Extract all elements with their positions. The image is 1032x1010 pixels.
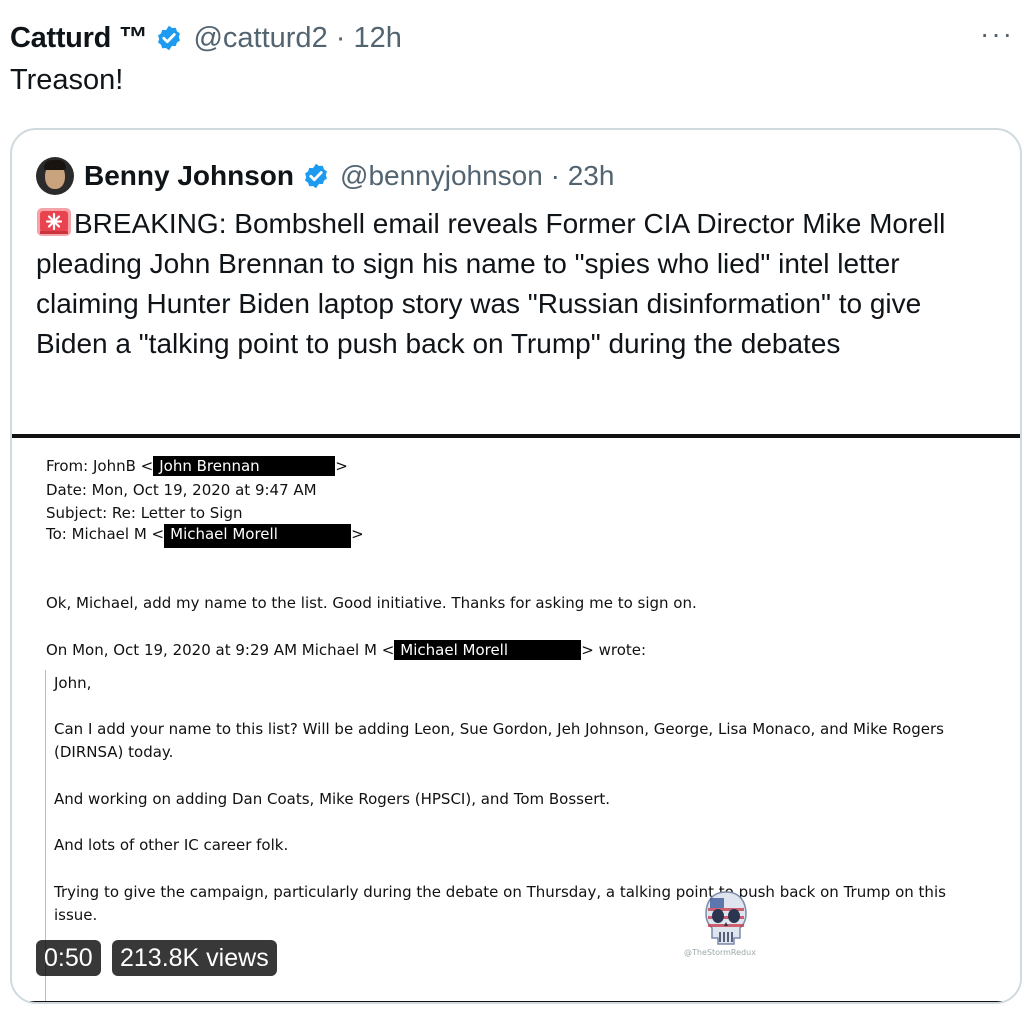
media-bottom-border	[12, 1001, 1020, 1002]
email-paragraph: And working on adding Dan Coats, Mike Ro…	[54, 790, 611, 808]
email-greeting: John,	[54, 674, 92, 692]
quoted-tweet-card[interactable]: Benny Johnson @bennyjohnson · 23h BREAKI…	[10, 128, 1022, 1004]
redaction-bar: Michael Morell	[164, 524, 352, 548]
video-views: 213.8K views	[112, 940, 277, 976]
video-player[interactable]: From: JohnB < John Brennan > Date: Mon, Oc…	[12, 434, 1020, 1002]
email-quoted-header: On Mon, Oct 19, 2020 at 9:29 AM Michael …	[46, 640, 647, 660]
quoted-tweet-body: BREAKING: Bombshell email reveals Former…	[36, 208, 946, 359]
email-paragraph: And lots of other IC career folk.	[54, 836, 289, 854]
email-paragraph: (DIRNSA) today.	[54, 743, 174, 761]
verified-badge-icon	[158, 25, 181, 51]
redaction-bar: Michael Morell	[394, 640, 582, 660]
quoted-tweet-text: BREAKING: Bombshell email reveals Former…	[36, 204, 996, 364]
author-handle-time[interactable]: @catturd2 · 12h	[193, 22, 401, 55]
email-paragraph: Can I add your name to this list? Will b…	[54, 720, 944, 738]
skull-watermark-icon	[705, 891, 747, 945]
email-from-line: From: JohnB < John Brennan >	[46, 456, 348, 476]
quoted-author-name[interactable]: Benny Johnson	[84, 160, 294, 192]
tweet-header: Catturd ™ @catturd2 · 12h ···	[10, 18, 1022, 58]
quoted-author-handle-time[interactable]: @bennyjohnson · 23h	[340, 160, 614, 192]
watermark-text: @TheStormRedux	[684, 948, 756, 957]
email-reply-text: Ok, Michael, add my name to the list. Go…	[46, 594, 697, 612]
verified-badge-icon	[305, 163, 327, 189]
email-paragraph: issue.	[54, 906, 98, 924]
email-to-line: To: Michael M < Michael Morell >	[46, 524, 364, 548]
redaction-bar: John Brennan	[153, 456, 336, 476]
video-duration: 0:50	[36, 940, 101, 976]
email-date-line: Date: Mon, Oct 19, 2020 at 9:47 AM	[46, 481, 317, 499]
siren-icon	[37, 208, 71, 236]
avatar[interactable]	[36, 157, 74, 195]
email-paragraph: Trying to give the campaign, particularl…	[54, 883, 946, 901]
tweet-text: Treason!	[10, 64, 124, 96]
more-icon[interactable]: ···	[980, 18, 1014, 50]
author-name[interactable]: Catturd ™	[10, 22, 148, 55]
quoted-tweet-header: Benny Johnson @bennyjohnson · 23h	[36, 157, 614, 195]
email-subject-line: Subject: Re: Letter to Sign	[46, 504, 243, 522]
